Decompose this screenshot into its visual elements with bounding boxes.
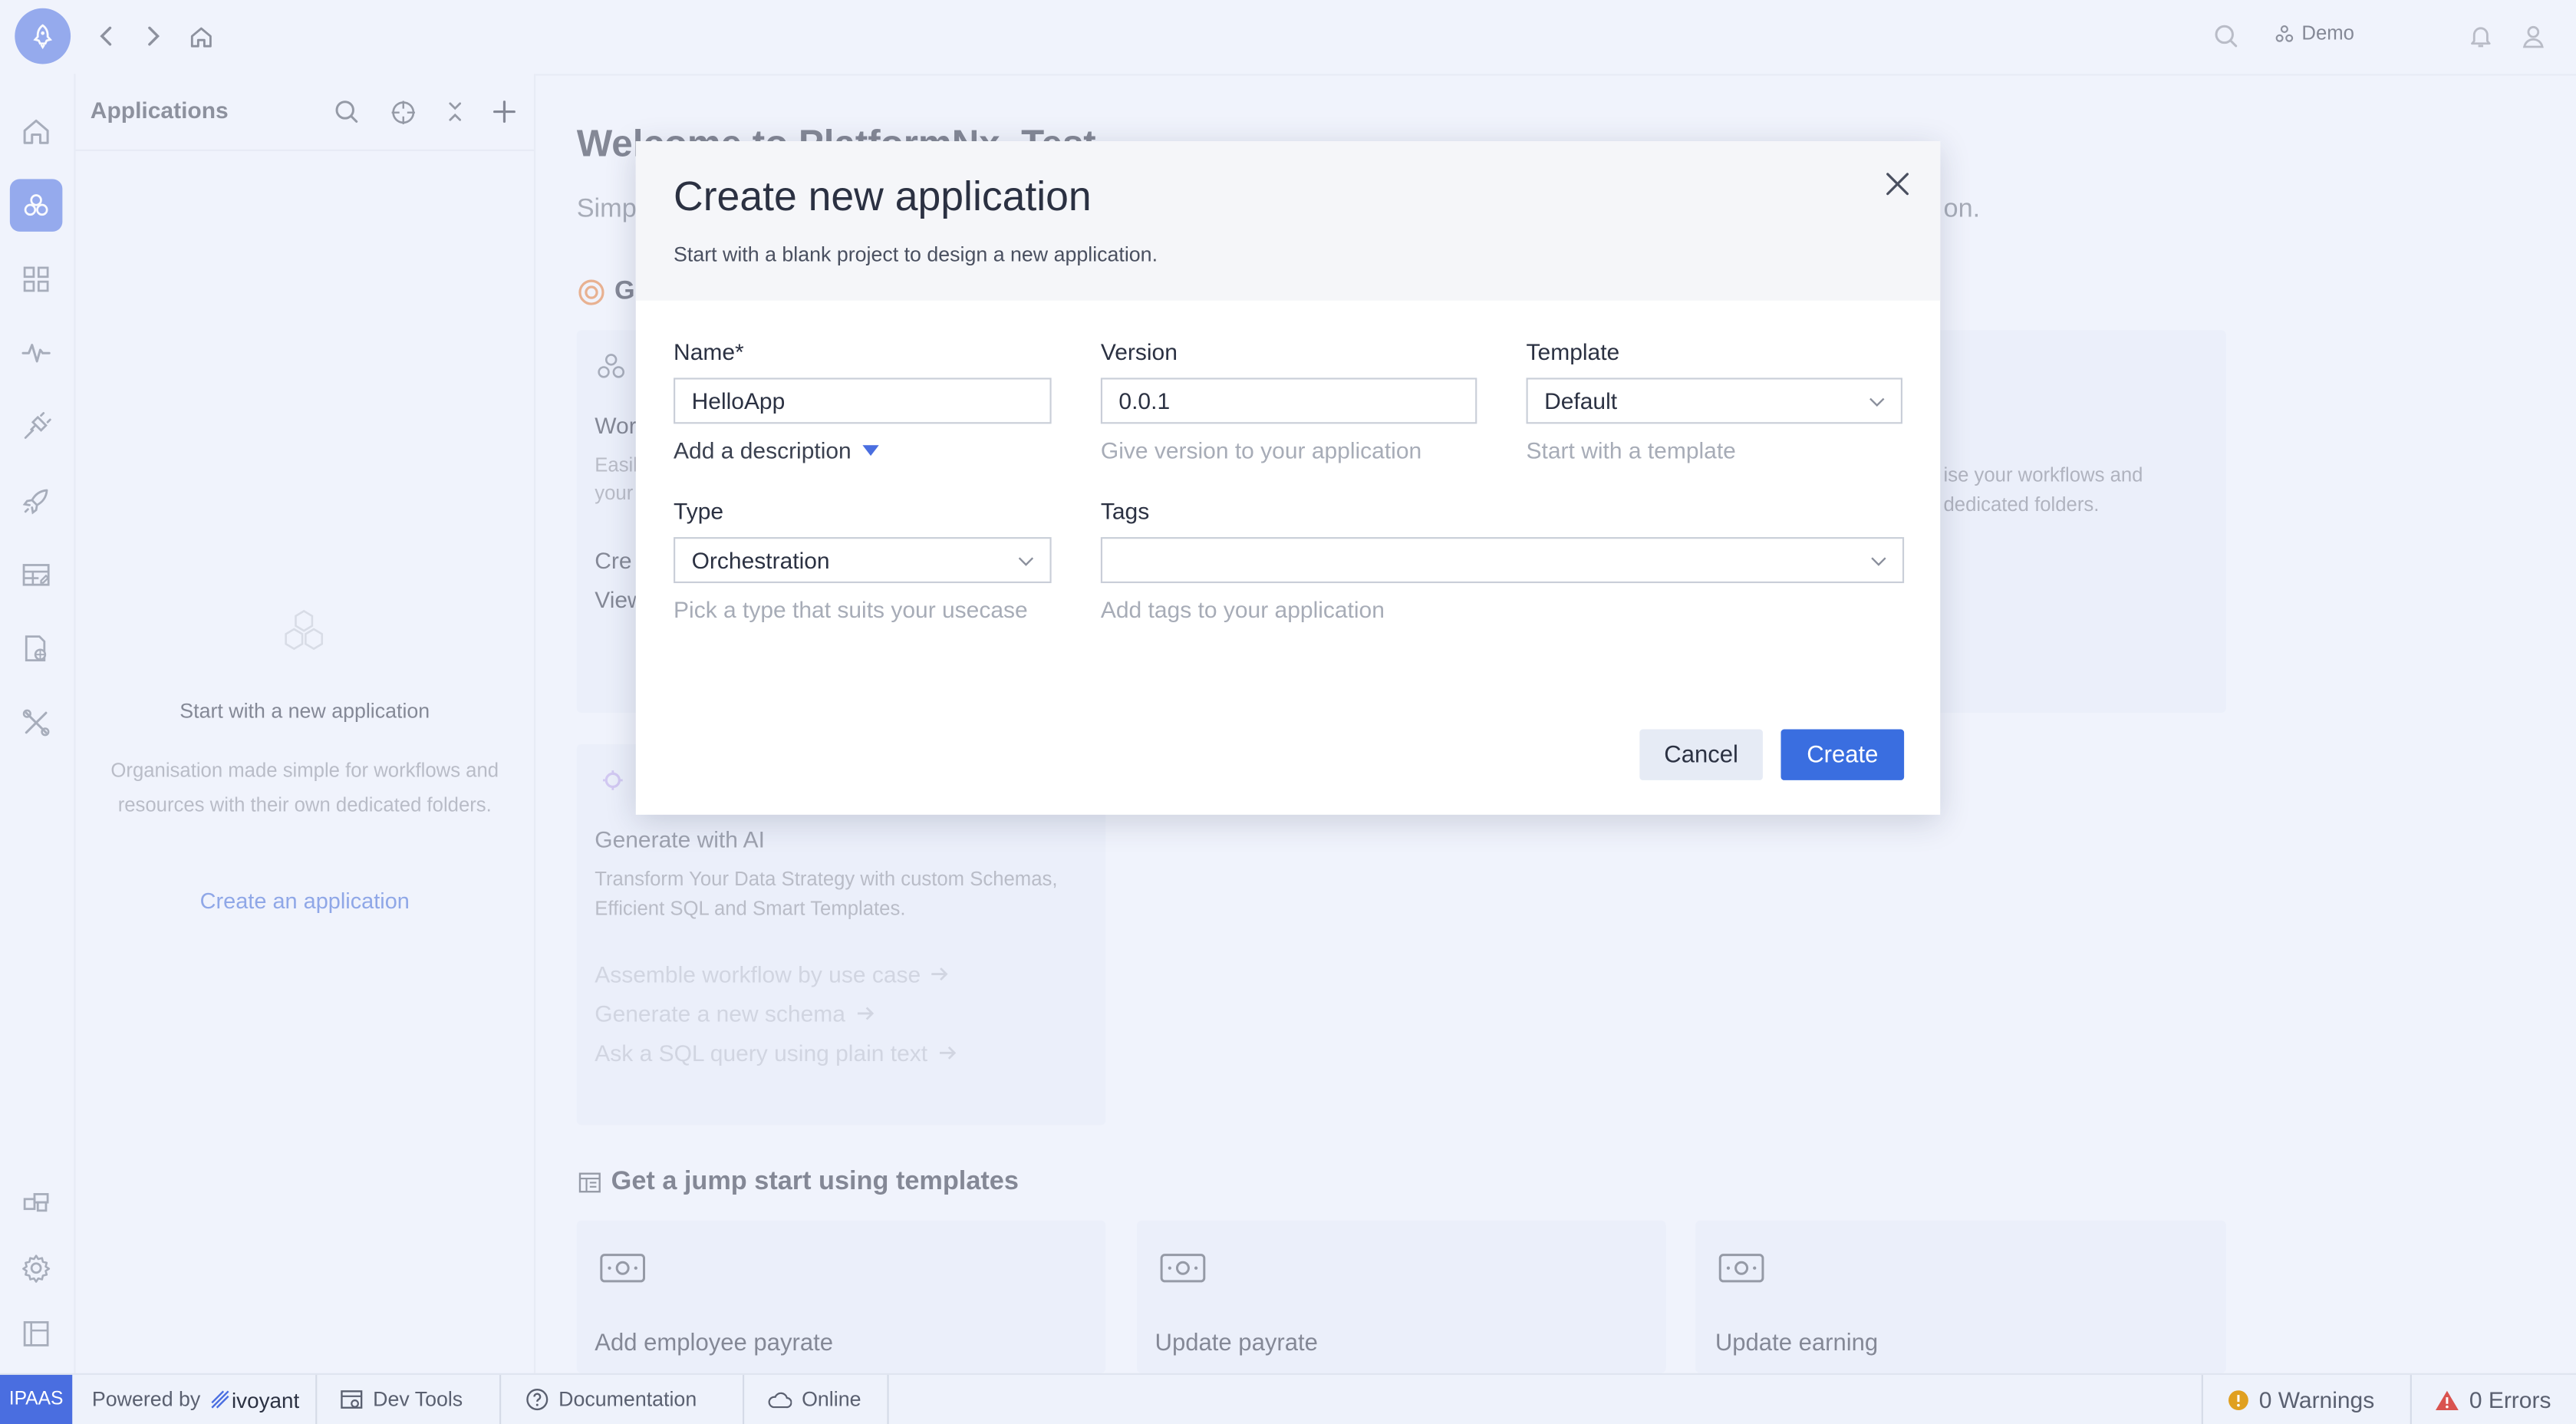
version-help: Give version to your application: [1100, 437, 1422, 463]
tags-label: Tags: [1100, 497, 1150, 524]
error-triangle-icon: [2435, 1389, 2459, 1409]
warnings-indicator[interactable]: 0 Warnings: [2228, 1375, 2374, 1424]
name-label: Name*: [674, 338, 744, 365]
dev-tools-label: Dev Tools: [373, 1388, 463, 1412]
type-select-value: Orchestration: [691, 546, 830, 574]
create-button[interactable]: Create: [1780, 729, 1905, 780]
version-label: Version: [1100, 338, 1178, 365]
template-select[interactable]: Default: [1526, 377, 1902, 424]
documentation-label: Documentation: [558, 1388, 697, 1412]
type-select[interactable]: Orchestration: [674, 537, 1052, 584]
warning-icon: [2228, 1389, 2248, 1409]
powered-by: Powered by ivoyant: [92, 1375, 299, 1424]
help-circle-icon: [526, 1389, 548, 1411]
dialog-title: Create new application: [674, 173, 1092, 220]
ivoyant-brand-text: ivoyant: [231, 1386, 300, 1412]
cloud-icon: [768, 1392, 792, 1409]
online-status[interactable]: Online: [767, 1375, 861, 1424]
chevron-down-icon: [1018, 557, 1034, 566]
template-help: Start with a template: [1526, 437, 1736, 463]
dialog-description: Start with a blank project to design a n…: [674, 242, 1158, 266]
cancel-button[interactable]: Cancel: [1639, 729, 1763, 780]
powered-by-label: Powered by: [91, 1388, 201, 1412]
chevron-down-icon: [1871, 557, 1886, 566]
ivoyant-logo-icon: [211, 1390, 229, 1409]
caret-down-icon: [862, 444, 880, 456]
warnings-count: 0 Warnings: [2258, 1386, 2375, 1413]
create-application-dialog: Create new application Start with a blan…: [635, 141, 1941, 815]
ipaas-badge[interactable]: IPAAS: [0, 1374, 73, 1424]
errors-indicator[interactable]: 0 Errors: [2435, 1375, 2551, 1424]
dev-tools-button[interactable]: Dev Tools: [340, 1375, 463, 1424]
chevron-down-icon: [1869, 397, 1885, 407]
documentation-button[interactable]: Documentation: [525, 1375, 697, 1424]
status-bar: IPAAS Powered by ivoyant Dev Tools Docum…: [0, 1373, 2576, 1424]
online-label: Online: [802, 1388, 861, 1412]
template-select-value: Default: [1544, 387, 1618, 414]
tags-select[interactable]: [1100, 537, 1905, 584]
name-input[interactable]: HelloApp: [674, 377, 1052, 424]
dev-tools-icon: [341, 1390, 363, 1409]
add-description-label: Add a description: [674, 437, 852, 463]
ivoyant-logo: ivoyant: [210, 1387, 299, 1412]
errors-count: 0 Errors: [2469, 1386, 2551, 1413]
version-input[interactable]: 0.0.1: [1100, 377, 1477, 424]
add-description-toggle[interactable]: Add a description: [674, 437, 880, 463]
tags-help: Add tags to your application: [1100, 596, 1385, 623]
template-label: Template: [1526, 338, 1620, 365]
type-label: Type: [674, 497, 724, 524]
type-help: Pick a type that suits your usecase: [674, 596, 1028, 623]
close-icon[interactable]: [1883, 170, 1912, 199]
